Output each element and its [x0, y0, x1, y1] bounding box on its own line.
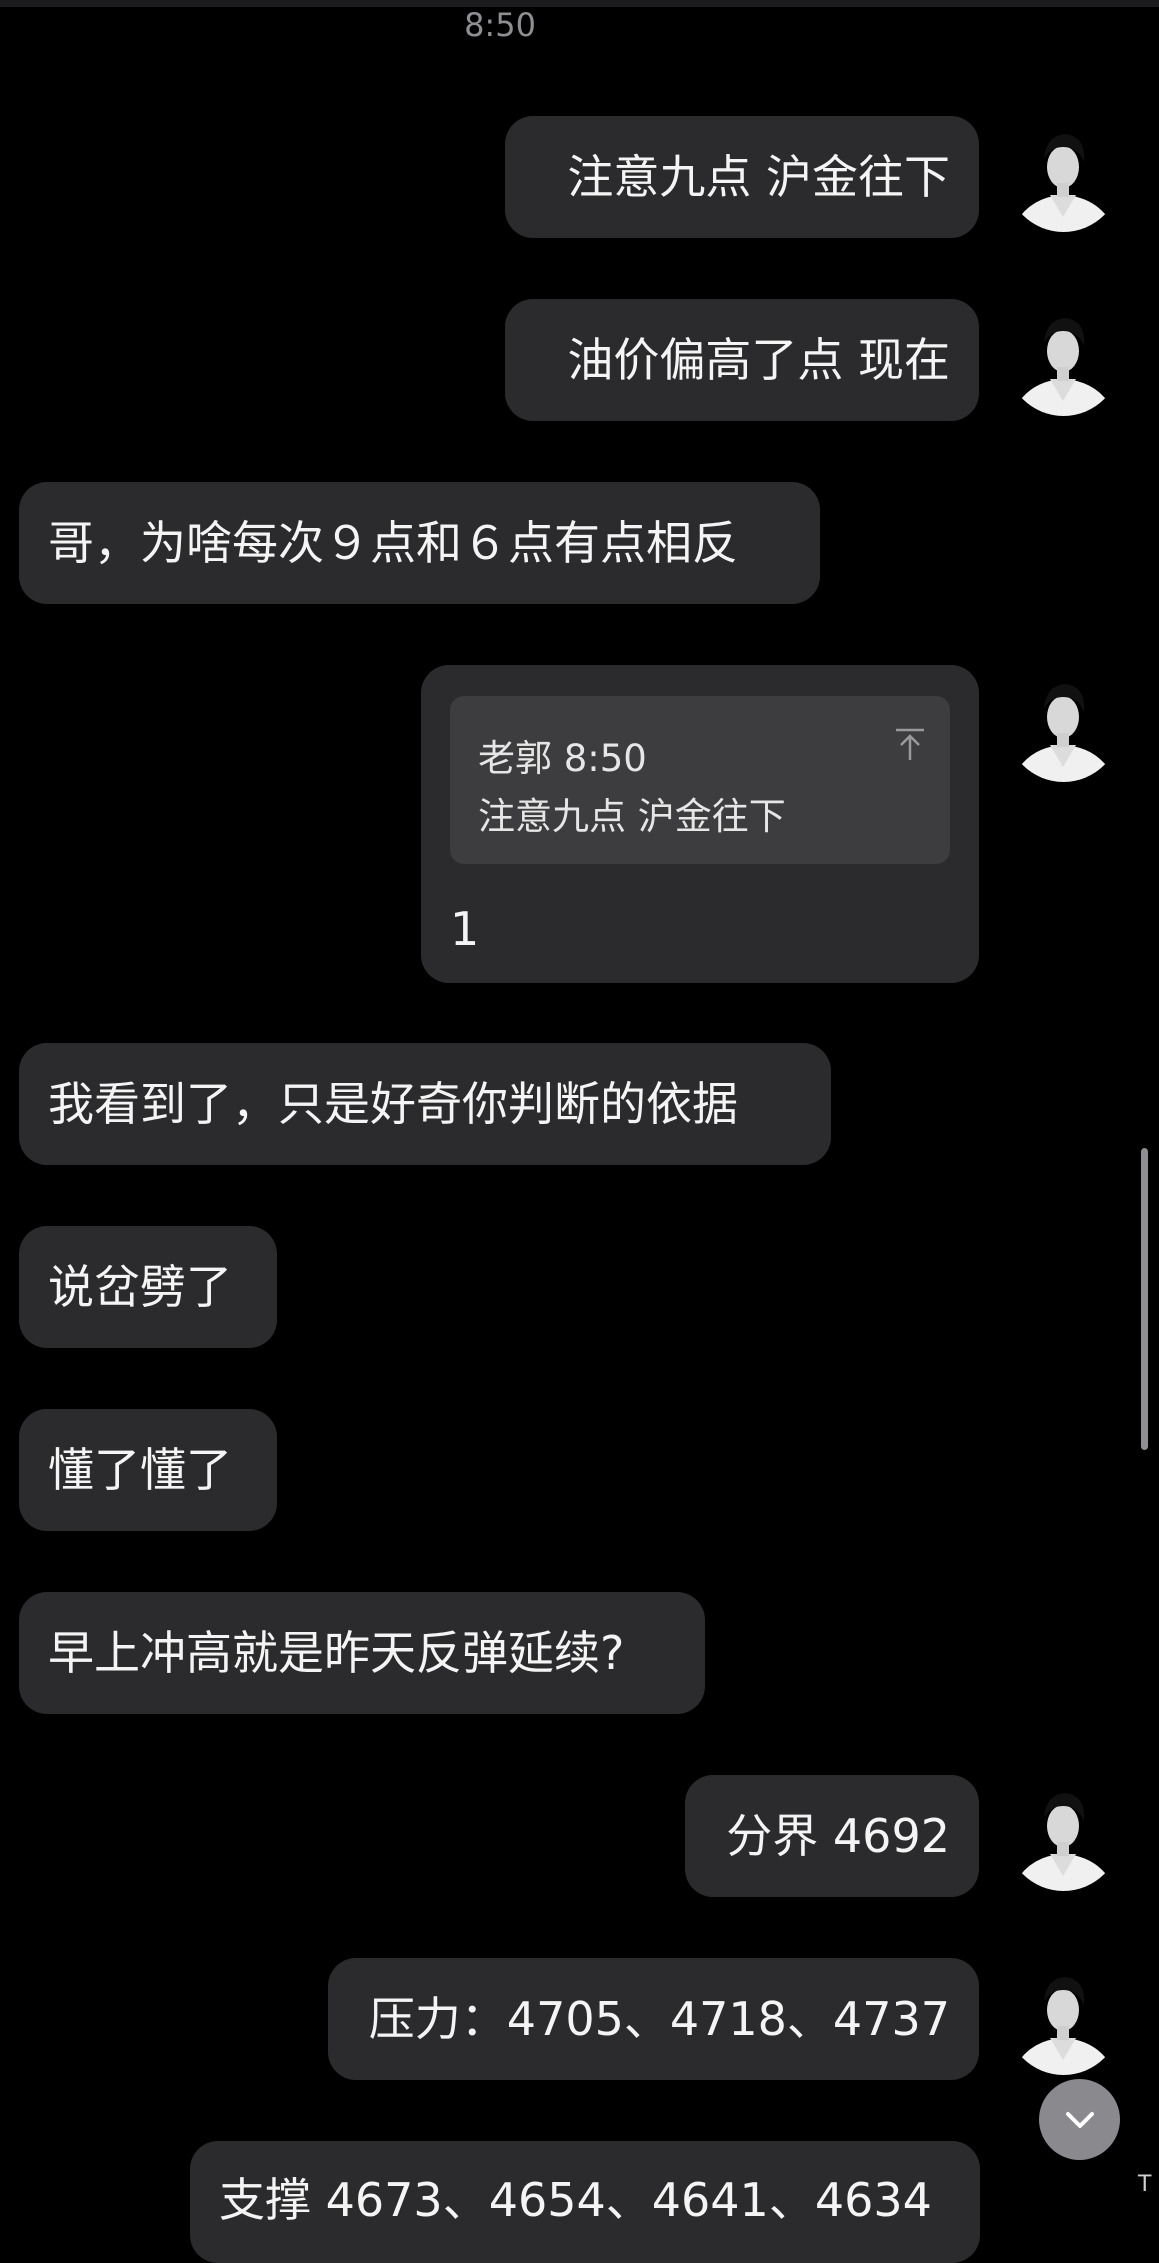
avatar-portrait-icon: [1006, 117, 1121, 232]
avatar[interactable]: [1006, 1776, 1121, 1891]
message-bubble-received[interactable]: 说岔劈了: [19, 1226, 277, 1348]
edge-glyph: T: [1138, 2172, 1152, 2197]
message-text: 我看到了，只是好奇你判断的依据: [48, 1077, 738, 1131]
time-separator: 8:50: [464, 6, 536, 44]
message-bubble-received[interactable]: 早上冲高就是昨天反弹延续?: [19, 1592, 705, 1714]
avatar-portrait-icon: [1006, 667, 1121, 782]
quoted-author-time: 老郭 8:50: [478, 737, 647, 780]
avatar[interactable]: [1006, 301, 1121, 416]
message-bubble-sent[interactable]: 油价偏高了点 现在: [505, 299, 979, 421]
message-bubble-sent[interactable]: 分界 4692: [685, 1775, 979, 1897]
message-bubble-sent[interactable]: 注意九点 沪金往下: [505, 116, 979, 238]
avatar[interactable]: [1006, 1960, 1121, 2075]
scroll-to-bottom-button[interactable]: [1039, 2079, 1120, 2160]
message-bubble-reply[interactable]: 老郭 8:50 注意九点 沪金往下 1: [421, 665, 979, 983]
quoted-message[interactable]: 老郭 8:50 注意九点 沪金往下: [450, 696, 950, 864]
quoted-text: 注意九点 沪金往下: [478, 795, 786, 838]
message-bubble-sent[interactable]: 压力：4705、4718、4737: [328, 1958, 979, 2080]
message-text: 哥，为啥每次９点和６点有点相反: [48, 516, 738, 570]
message-bubble-sent[interactable]: 支撑 4673、4654、4641、4634: [190, 2141, 980, 2263]
scrollbar[interactable]: [1141, 1148, 1148, 1450]
message-text: 早上冲高就是昨天反弹延续?: [48, 1626, 625, 1680]
message-text: 懂了懂了: [48, 1443, 232, 1497]
message-text: 注意九点 沪金往下: [567, 150, 950, 204]
reply-text: 1: [450, 902, 480, 956]
avatar-portrait-icon: [1006, 1776, 1121, 1891]
message-text: 说岔劈了: [48, 1260, 232, 1314]
message-bubble-received[interactable]: 哥，为啥每次９点和６点有点相反: [19, 482, 820, 604]
message-bubble-received[interactable]: 我看到了，只是好奇你判断的依据: [19, 1043, 831, 1165]
message-text: 分界 4692: [726, 1809, 950, 1863]
message-text: 支撑 4673、4654、4641、4634: [219, 2173, 932, 2227]
avatar[interactable]: [1006, 667, 1121, 782]
arrow-to-top-icon[interactable]: [890, 724, 930, 764]
message-bubble-received[interactable]: 懂了懂了: [19, 1409, 277, 1531]
avatar[interactable]: [1006, 117, 1121, 232]
avatar-portrait-icon: [1006, 1960, 1121, 2075]
chevron-down-icon: [1065, 2111, 1094, 2128]
message-text: 压力：4705、4718、4737: [368, 1992, 950, 2046]
avatar-portrait-icon: [1006, 301, 1121, 416]
message-text: 油价偏高了点 现在: [567, 333, 950, 387]
